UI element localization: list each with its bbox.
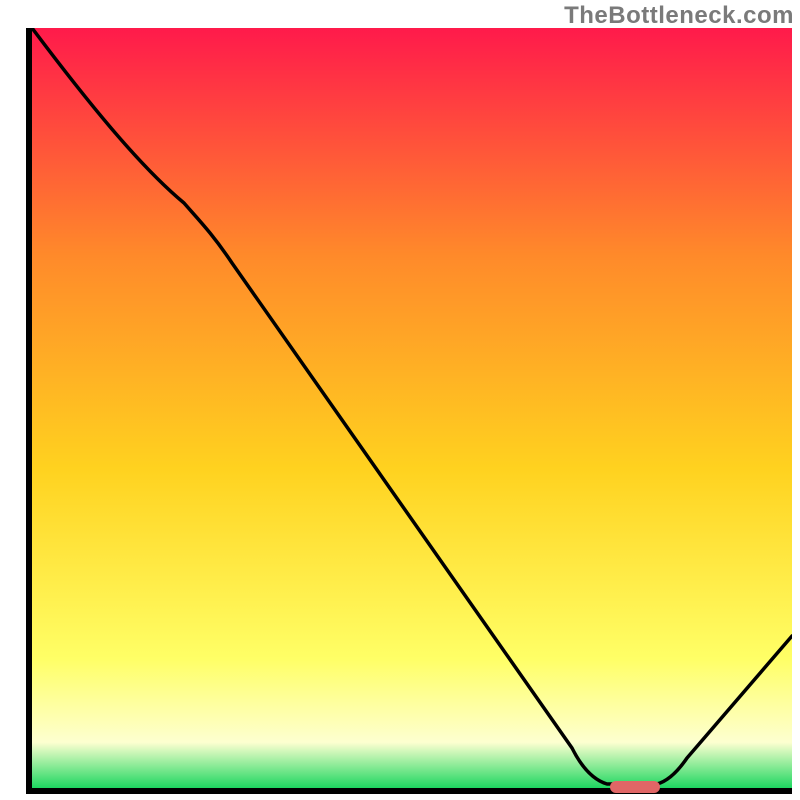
chart-frame: TheBottleneck.com [0,0,800,800]
curve-layer [32,28,792,788]
plot-area [26,28,792,794]
bottleneck-curve-path [32,28,792,784]
optimal-range-marker [610,781,660,793]
watermark-label: TheBottleneck.com [564,2,794,30]
